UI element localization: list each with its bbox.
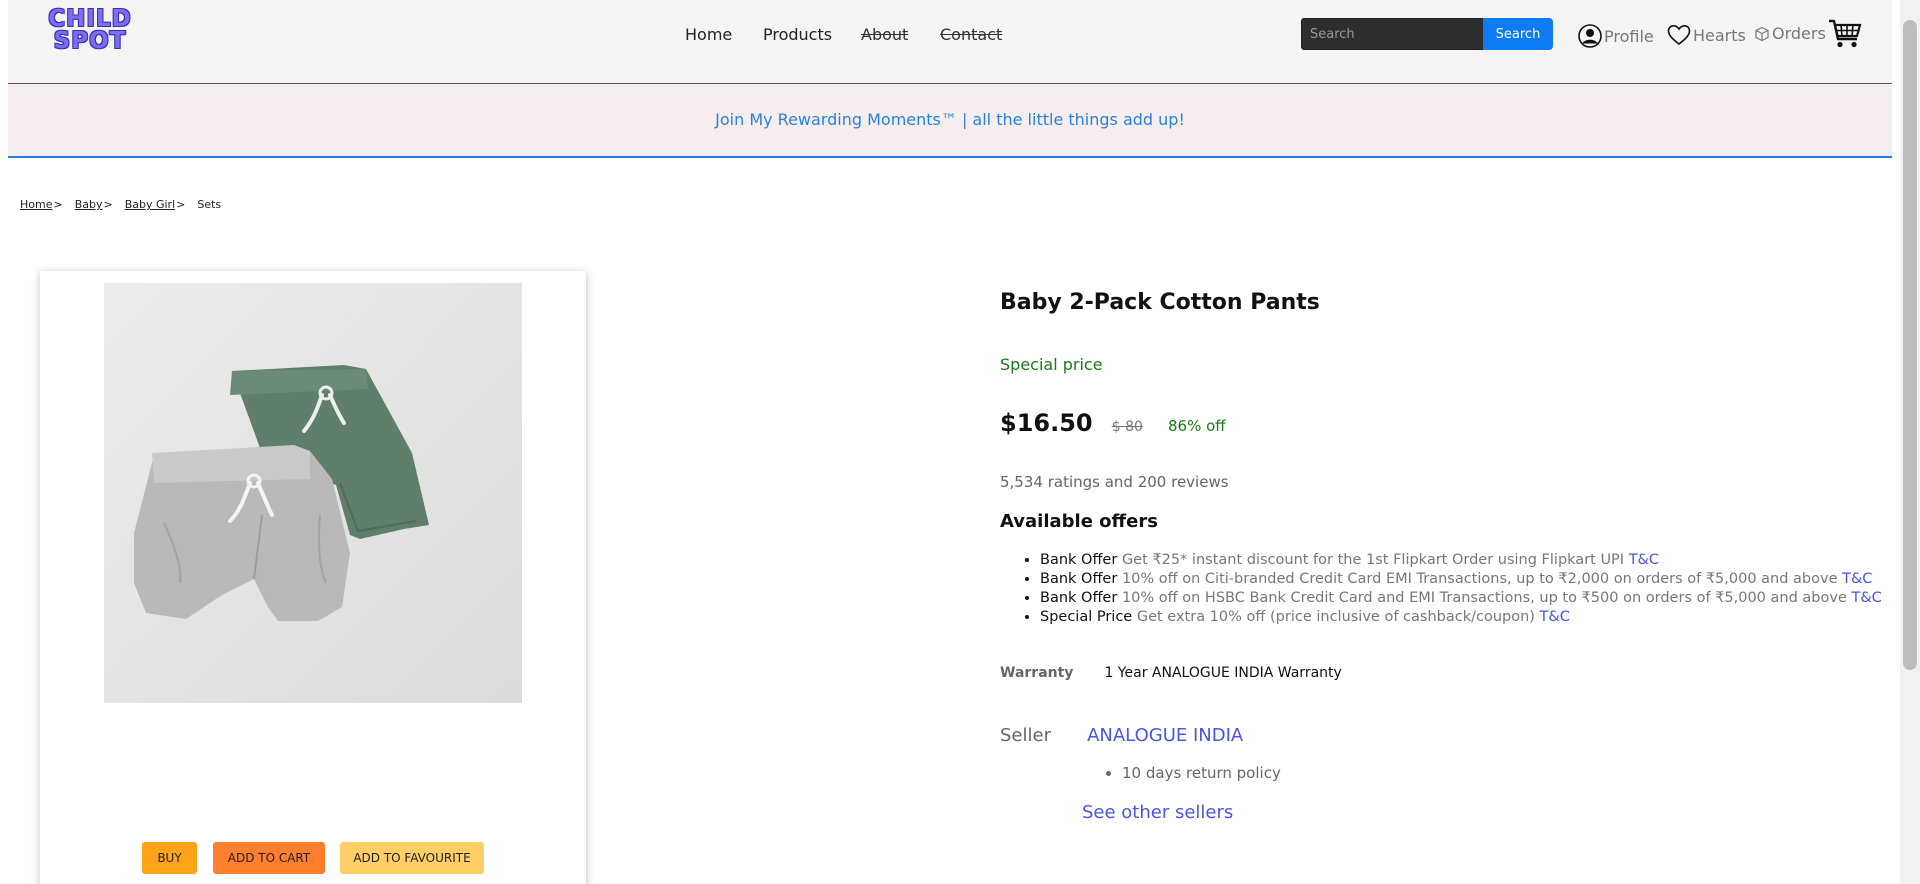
breadcrumb-separator: >: [176, 198, 186, 211]
seller-row: Seller ANALOGUE INDIA: [1000, 725, 1243, 746]
offer-kind: Bank Offer: [1040, 552, 1118, 568]
seller-label: Seller: [1000, 725, 1051, 746]
profile-label: Profile: [1604, 26, 1654, 46]
profile-icon: [1578, 24, 1602, 48]
offer-item: Special Price Get extra 10% off (price i…: [1040, 608, 1882, 627]
nav-contact[interactable]: Contact: [940, 25, 1002, 44]
original-price: $ 80: [1111, 419, 1143, 435]
offer-kind: Bank Offer: [1040, 571, 1118, 587]
offer-description: Get extra 10% off (price inclusive of ca…: [1136, 609, 1535, 625]
nav-home[interactable]: Home: [685, 25, 732, 44]
page-scrollbar[interactable]: [1900, 0, 1920, 884]
shopping-cart-icon: [1829, 19, 1862, 48]
seller-policies: 10 days return policy: [1082, 764, 1281, 782]
cart-button[interactable]: [1828, 18, 1862, 54]
offer-tc-link[interactable]: T&C: [1842, 571, 1872, 587]
nav-products[interactable]: Products: [763, 25, 832, 44]
product-title: Baby 2-Pack Cotton Pants: [1000, 290, 1320, 315]
offer-description: 10% off on HSBC Bank Credit Card and EMI…: [1121, 590, 1847, 606]
add-to-cart-button[interactable]: ADD TO CART: [213, 842, 325, 874]
breadcrumb-separator: >: [53, 198, 63, 211]
special-price-label: Special price: [1000, 355, 1103, 374]
hearts-link[interactable]: Hearts: [1667, 24, 1746, 46]
product-image: [104, 283, 522, 703]
warranty-value: 1 Year ANALOGUE INDIA Warranty: [1104, 665, 1342, 681]
breadcrumb-baby-girl[interactable]: Baby Girl: [125, 198, 175, 211]
orders-link[interactable]: Orders: [1754, 24, 1826, 43]
warranty-label: Warranty: [1000, 665, 1074, 681]
rewards-banner-text[interactable]: Join My Rewarding Moments™ | all the lit…: [715, 110, 1185, 129]
breadcrumb: Home> Baby> Baby Girl> Sets: [20, 198, 221, 211]
breadcrumb-baby[interactable]: Baby: [75, 198, 103, 211]
nav-about[interactable]: About: [861, 25, 908, 44]
logo-line-1: CHILD: [48, 6, 132, 32]
offer-kind: Bank Offer: [1040, 590, 1118, 606]
breadcrumb-home[interactable]: Home: [20, 198, 52, 211]
price-row: $16.50 $ 80 86% off: [1000, 409, 1226, 437]
breadcrumb-separator: >: [103, 198, 113, 211]
box-icon: [1755, 26, 1769, 41]
add-to-favourite-button[interactable]: ADD TO FAVOURITE: [340, 842, 484, 874]
orders-label: Orders: [1772, 24, 1826, 43]
offer-kind: Special Price: [1040, 609, 1133, 625]
rewards-banner: Join My Rewarding Moments™ | all the lit…: [8, 84, 1892, 158]
offer-item: Bank Offer 10% off on HSBC Bank Credit C…: [1040, 589, 1882, 608]
logo-line-2: SPOT: [53, 28, 127, 54]
search-button[interactable]: Search: [1483, 18, 1553, 50]
profile-link[interactable]: Profile: [1578, 24, 1654, 48]
offer-tc-link[interactable]: T&C: [1851, 590, 1881, 606]
offers-list: Bank Offer Get ₹25* instant discount for…: [1000, 551, 1882, 627]
top-header: CHILD SPOT Home Products About Contact S…: [8, 0, 1892, 84]
heart-icon: [1667, 24, 1691, 46]
hearts-label: Hearts: [1693, 25, 1746, 45]
offers-heading: Available offers: [1000, 511, 1158, 532]
ratings-summary: 5,534 ratings and 200 reviews: [1000, 473, 1229, 491]
offer-item: Bank Offer 10% off on Citi-branded Credi…: [1040, 570, 1882, 589]
breadcrumb-current: Sets: [197, 198, 222, 211]
offer-tc-link[interactable]: T&C: [1629, 552, 1659, 568]
return-policy-item: 10 days return policy: [1122, 764, 1281, 782]
shorts-photo-icon: [104, 283, 522, 703]
warranty-row: Warranty 1 Year ANALOGUE INDIA Warranty: [1000, 665, 1342, 681]
seller-name-link[interactable]: ANALOGUE INDIA: [1087, 725, 1243, 746]
scrollbar-thumb[interactable]: [1903, 20, 1917, 670]
brand-logo[interactable]: CHILD SPOT: [44, 6, 136, 54]
see-other-sellers-link[interactable]: See other sellers: [1082, 802, 1233, 823]
offer-description: 10% off on Citi-branded Credit Card EMI …: [1121, 571, 1838, 587]
page: CHILD SPOT Home Products About Contact S…: [0, 0, 1900, 884]
discount-percent: 86% off: [1167, 417, 1226, 435]
product-image-card: BUY ADD TO CART ADD TO FAVOURITE: [40, 271, 586, 884]
current-price: $16.50: [1000, 409, 1093, 437]
search-input[interactable]: [1301, 18, 1484, 50]
buy-button[interactable]: BUY: [142, 842, 197, 874]
offer-item: Bank Offer Get ₹25* instant discount for…: [1040, 551, 1882, 570]
offer-description: Get ₹25* instant discount for the 1st Fl…: [1121, 552, 1625, 568]
offer-tc-link[interactable]: T&C: [1540, 609, 1570, 625]
